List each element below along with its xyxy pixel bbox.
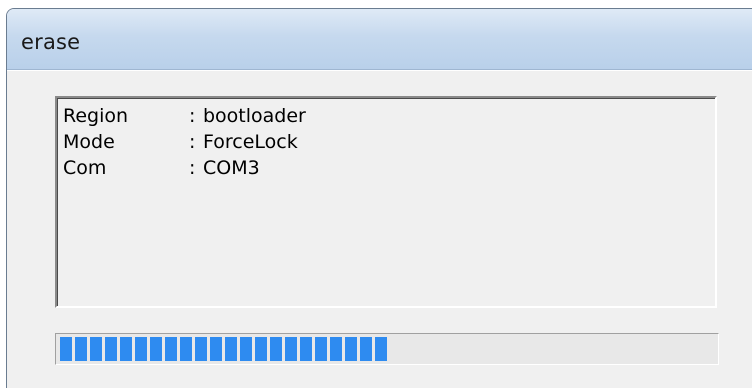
progress-track xyxy=(60,337,714,361)
erase-dialog-window: erase Region : bootloader Mode : ForceLo… xyxy=(6,8,752,388)
log-key-mode: Mode xyxy=(63,131,115,153)
log-line-mode: Mode : ForceLock xyxy=(63,130,715,156)
log-line-region: Region : bootloader xyxy=(63,104,715,130)
log-value-com: COM3 xyxy=(203,157,260,179)
dialog-client-area: Region : bootloader Mode : ForceLock Com… xyxy=(7,70,752,388)
progress-fill xyxy=(60,337,387,361)
log-key-region: Region xyxy=(63,105,129,127)
log-output-box: Region : bootloader Mode : ForceLock Com… xyxy=(55,96,717,308)
log-separator: : xyxy=(189,131,196,153)
log-key-com: Com xyxy=(63,157,107,179)
window-title: erase xyxy=(21,30,81,54)
log-value-region: bootloader xyxy=(203,105,306,127)
log-line-com: Com : COM3 xyxy=(63,156,715,182)
log-separator: : xyxy=(189,157,196,179)
title-bar[interactable]: erase xyxy=(7,9,752,70)
log-separator: : xyxy=(189,105,196,127)
log-value-mode: ForceLock xyxy=(203,131,298,153)
erase-progress-bar xyxy=(55,333,719,365)
